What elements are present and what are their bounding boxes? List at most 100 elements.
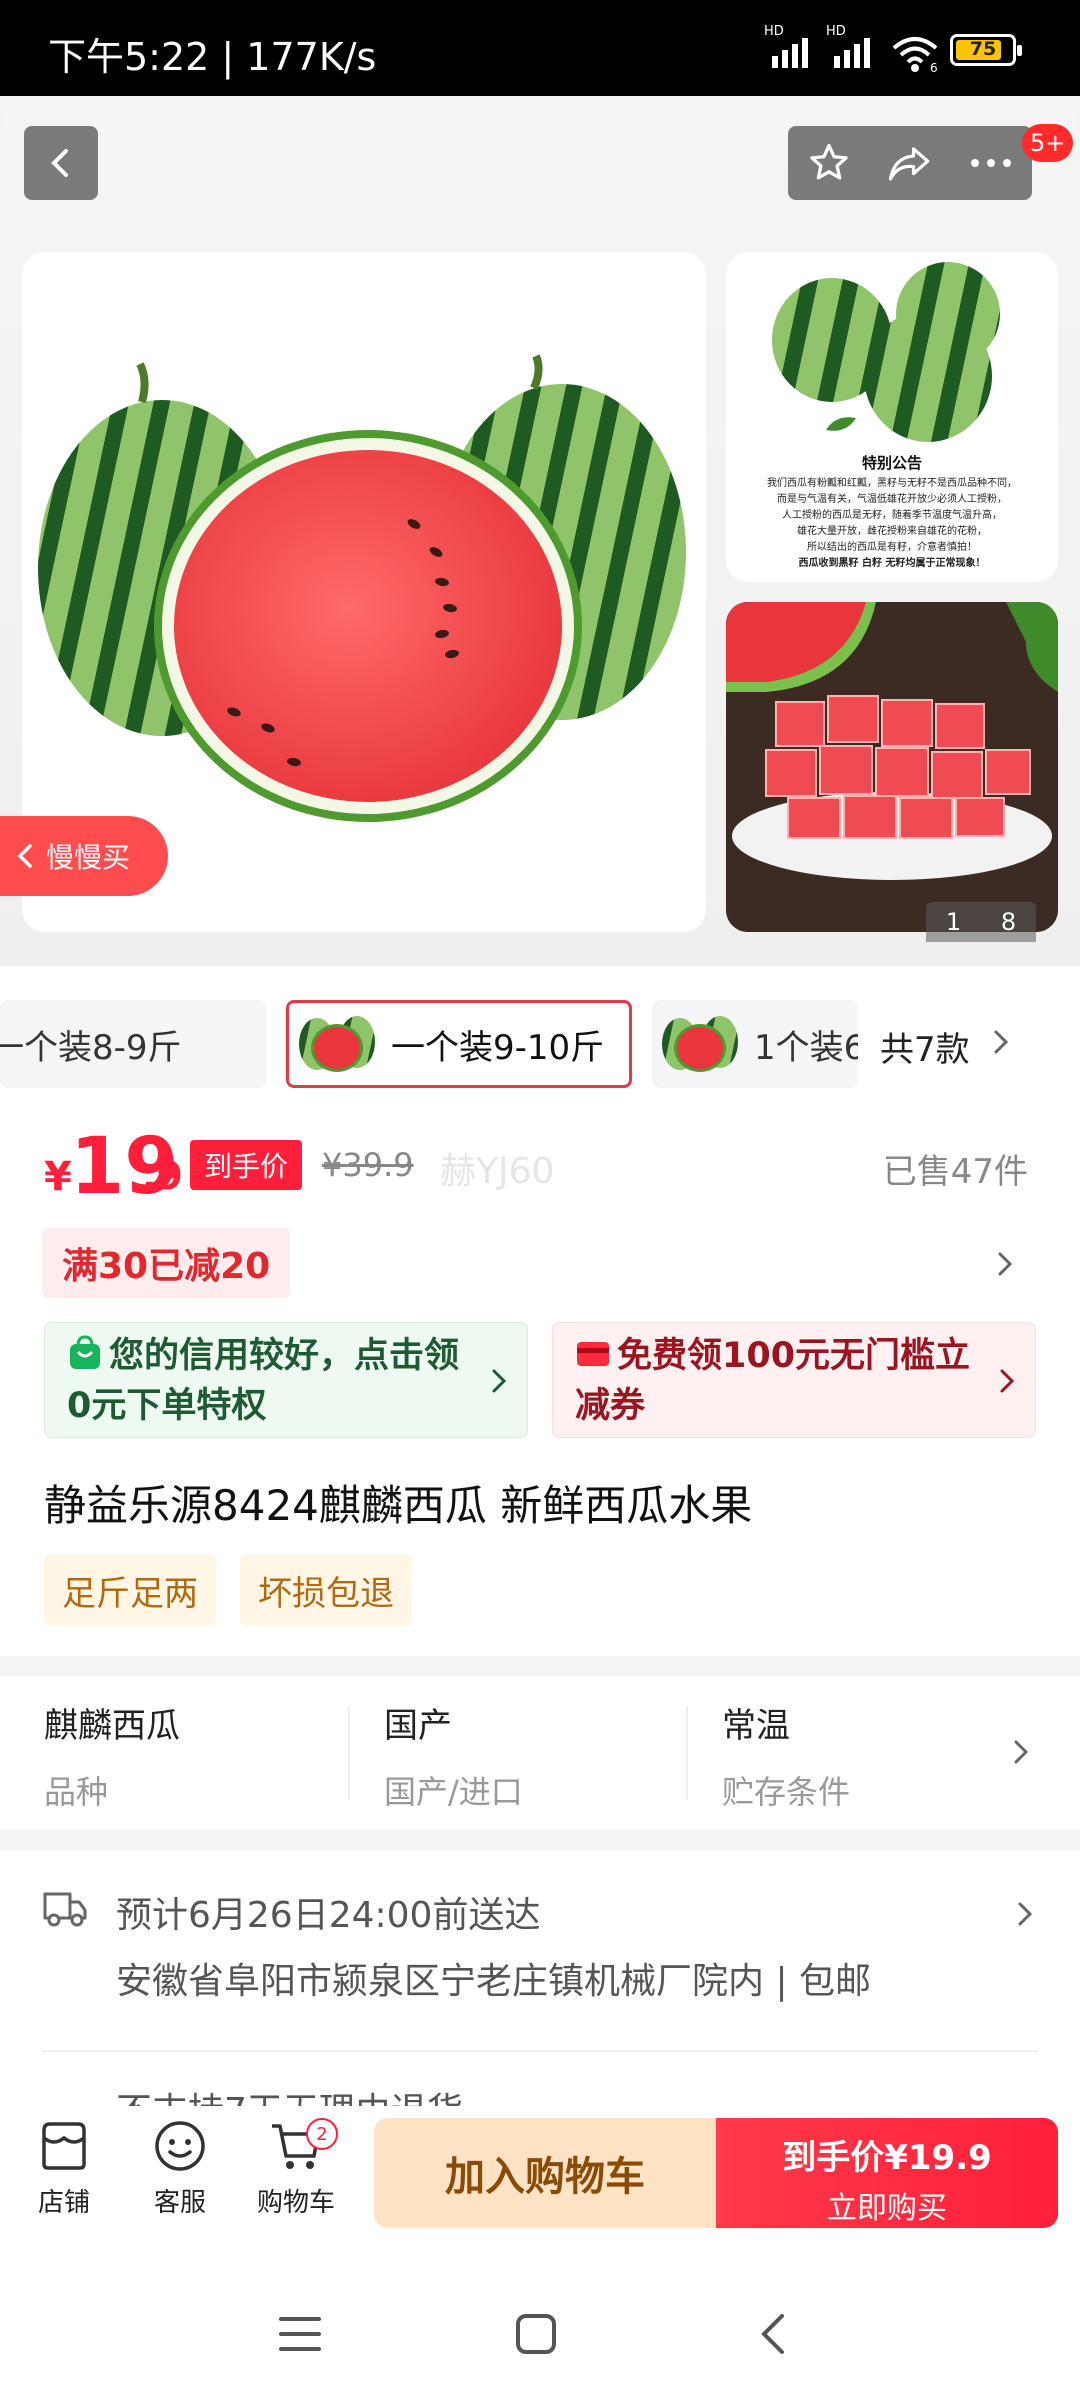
promotion-badge[interactable]: 满30已减20	[42, 1228, 291, 1298]
notice-line: 人工授粉的西瓜是无籽，随着季节温度气温升高，	[782, 510, 1002, 521]
back-triangle-icon[interactable]	[756, 2312, 790, 2356]
service-tag: 坏损包退	[240, 1554, 412, 1626]
price-decimal: .9	[142, 1154, 183, 1198]
watermark-text: 赫YJ60	[440, 1151, 555, 1192]
system-navigation-bar	[0, 2240, 1080, 2400]
sold-count: 已售47件	[882, 1152, 1028, 1192]
slow-buy-label: 慢慢买	[46, 841, 131, 874]
shopping-bag-icon	[70, 1335, 100, 1369]
product-info: 一个装8-9斤 一个装9-10斤 1个装6- 共7款 ¥	[0, 966, 1080, 1656]
variant-option-selected[interactable]: 一个装9-10斤	[286, 1000, 632, 1088]
watermelon-cubes-image	[726, 602, 1058, 932]
customer-service-button[interactable]: 客服	[132, 2118, 228, 2219]
notice-line: 而是与气温有关，气温低雄花开放少必须人工授粉，	[777, 494, 1007, 505]
divider	[348, 1706, 350, 1800]
shop-button[interactable]: 店铺	[16, 2118, 112, 2219]
more-button[interactable]	[951, 126, 1032, 200]
attribute-storage: 常温 贮存条件	[722, 1698, 1022, 1813]
notice-line: 我们西瓜有粉瓤和红瓤，黑籽与无籽不是西瓜品种不同，	[767, 478, 1017, 489]
variant-total[interactable]: 共7款	[880, 1022, 970, 1071]
product-gallery[interactable]: 5+ 特别公告 我们西瓜有粉瓤和红瓤，黑籽与无籽不是西瓜品种不同， 而是与气温有…	[0, 96, 1080, 966]
attribute-origin: 国产 国产/进口	[384, 1698, 684, 1813]
variant-label: 一个装8-9斤	[0, 1027, 182, 1068]
coupon-card-label: 免费领100元无门槛立减券	[575, 1336, 971, 1426]
signal-hd-label-2: HD	[826, 24, 846, 39]
chevron-right-icon	[1018, 1902, 1033, 1926]
chevron-right-icon[interactable]	[990, 1020, 1014, 1064]
product-attributes[interactable]: 麒麟西瓜 品种 国产 国产/进口 常温 贮存条件	[0, 1676, 1080, 1830]
credit-card-text: 您的信用较好，点击领0元下单特权	[67, 1331, 467, 1431]
delivery-eta: 预计6月26日24:00前送达	[116, 1895, 541, 1936]
back-button[interactable]	[24, 126, 98, 200]
bottom-action-bar: 店铺 客服 购物车 2 加入购物车 到手价¥19.9 立即购买	[0, 2106, 1080, 2240]
original-price: ¥39.9	[322, 1146, 414, 1184]
cubes-image[interactable]	[726, 602, 1058, 932]
product-title: 静益乐源8424麒麟西瓜 新鲜西瓜水果	[44, 1481, 753, 1530]
service-label: 客服	[153, 2188, 206, 2218]
chevron-right-icon	[1000, 1369, 1015, 1393]
credit-privilege-card[interactable]: 您的信用较好，点击领0元下单特权	[44, 1322, 528, 1438]
variant-option[interactable]: 一个装8-9斤	[0, 1000, 266, 1088]
price-row: ¥ 19 .9 到手价 ¥39.9 赫YJ60 已售47件	[40, 1118, 1040, 1212]
status-bar: 下午5:22 | 177K/s HD HD 6 75	[0, 0, 1080, 96]
attribute-key: 贮存条件	[722, 1773, 851, 1811]
service-tag: 足斤足两	[44, 1554, 216, 1626]
add-to-cart-button[interactable]: 加入购物车	[374, 2118, 716, 2228]
svg-text:6: 6	[930, 61, 938, 74]
message-badge: 5+	[1022, 124, 1074, 162]
signal-hd-label: HD	[764, 24, 784, 39]
buy-now-button[interactable]: 到手价¥19.9 立即购买	[716, 2118, 1058, 2228]
final-price-badge: 到手价	[190, 1140, 303, 1190]
attribute-key: 国产/进口	[384, 1773, 523, 1811]
attribute-value: 麒麟西瓜	[44, 1706, 180, 1746]
chevron-right-icon	[492, 1369, 507, 1393]
menu-icon[interactable]	[278, 2314, 322, 2354]
notice-line: 所以结出的西瓜是有籽，介意者慎拍！	[807, 542, 977, 553]
home-square-icon[interactable]	[514, 2312, 558, 2356]
gallery-page-indicator: 1 8	[926, 902, 1036, 942]
variant-thumbnail	[662, 1016, 738, 1072]
notice-title: 特别公告	[861, 454, 922, 472]
shop-label: 店铺	[37, 2188, 90, 2218]
credit-card-label: 您的信用较好，点击领0元下单特权	[67, 1336, 460, 1426]
chevron-right-icon[interactable]	[994, 1244, 1018, 1284]
slow-buy-button[interactable]: 慢慢买	[0, 816, 168, 896]
favorite-button[interactable]	[788, 126, 869, 200]
card-icon	[577, 1342, 609, 1366]
gallery-page-current: 1	[945, 908, 962, 936]
more-dots-icon	[971, 159, 1012, 167]
variant-option[interactable]: 1个装6-	[652, 1000, 858, 1088]
coupon-card[interactable]: 免费领100元无门槛立减券	[552, 1322, 1036, 1438]
truck-icon	[43, 1892, 87, 1927]
attribute-value: 国产	[384, 1706, 452, 1746]
attribute-value: 常温	[722, 1706, 790, 1746]
store-icon	[42, 2122, 86, 2170]
delivery-section[interactable]: 预计6月26日24:00前送达 安徽省阜阳市颍泉区宁老庄镇机械厂院内 | 包邮 …	[0, 1850, 1080, 2132]
star-icon	[809, 143, 848, 180]
variant-label: 1个装6-	[754, 1027, 858, 1068]
delivery-address: 安徽省阜阳市颍泉区宁老庄镇机械厂院内 | 包邮	[116, 1961, 872, 2002]
cart-label: 购物车	[256, 2188, 335, 2218]
status-time: 下午5:22 | 177K/s	[48, 35, 377, 79]
share-button[interactable]	[869, 126, 950, 200]
chevron-right-icon	[1014, 1740, 1029, 1764]
variant-selector: 一个装8-9斤 一个装9-10斤 1个装6- 共7款	[0, 1000, 1080, 1090]
price-currency: ¥	[44, 1154, 72, 1200]
notice-body: 我们西瓜有粉瓤和红瓤，黑籽与无籽不是西瓜品种不同， 而是与气温有关，气温低雄花开…	[756, 476, 1028, 572]
notice-line: 西瓜收到黑籽 白籽 无籽均属于正常现象！	[798, 558, 986, 569]
notice-image[interactable]: 特别公告 我们西瓜有粉瓤和红瓤，黑籽与无籽不是西瓜品种不同， 而是与气温有关，气…	[726, 252, 1058, 582]
chevron-left-icon	[17, 844, 32, 868]
cart-count-badge: 2	[306, 2118, 338, 2150]
cart-button[interactable]: 购物车 2	[248, 2118, 344, 2219]
wifi-icon: 6	[892, 37, 938, 74]
battery-icon: 75	[950, 34, 1022, 66]
buy-now-label: 立即购买	[827, 2191, 947, 2226]
attribute-key: 品种	[44, 1773, 109, 1811]
variant-thumbnail	[299, 1016, 375, 1072]
signal-icon: HD	[764, 24, 824, 70]
signal-icon-2: HD	[826, 24, 886, 70]
divider	[42, 2050, 1038, 2052]
attribute-variety: 麒麟西瓜 品种	[44, 1698, 344, 1813]
gallery-page-total: 8	[1000, 908, 1017, 936]
watermelons-small-image	[772, 262, 1000, 442]
